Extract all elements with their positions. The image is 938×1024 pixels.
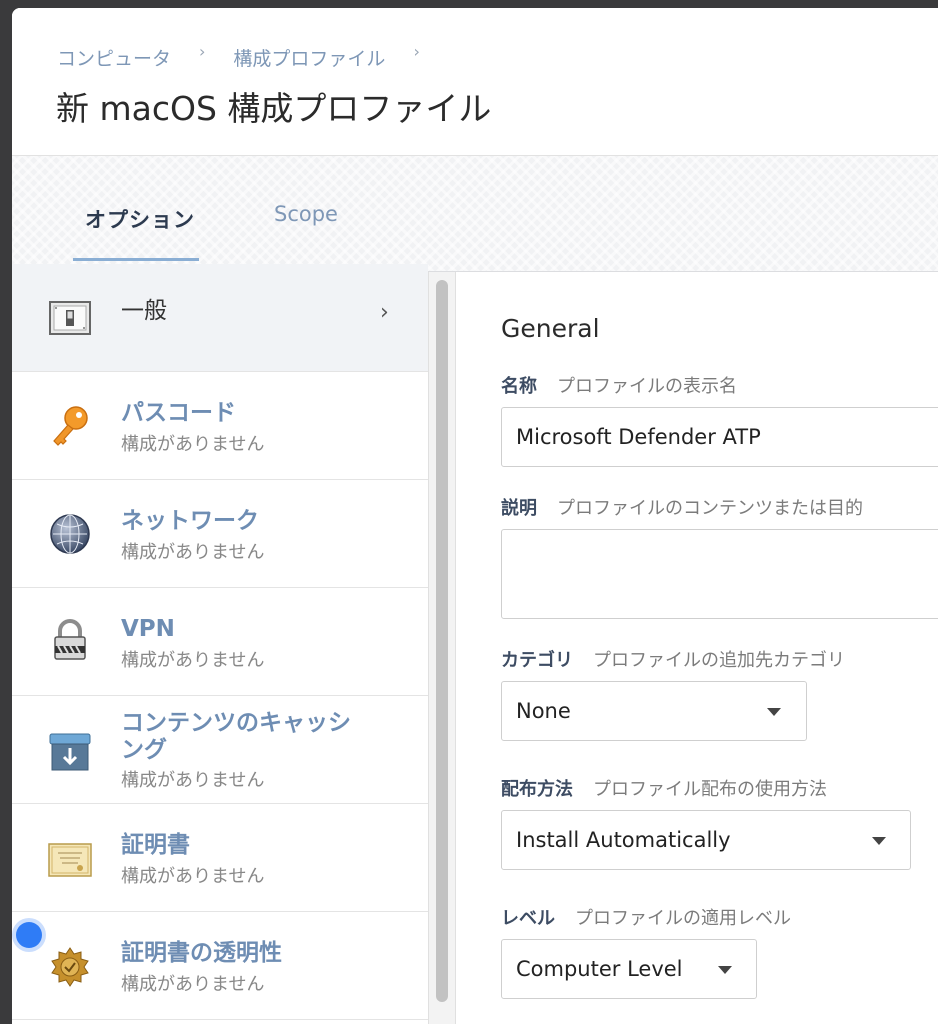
category-select[interactable]: None <box>501 681 807 741</box>
cursor-indicator <box>16 922 42 948</box>
sidebar-item-certificate[interactable]: 証明書 構成がありません <box>12 804 428 912</box>
page-header: コンピュータ › 構成プロファイル › 新 macOS 構成プロファイル <box>12 8 938 156</box>
section-title: General <box>501 314 600 343</box>
dropdown-arrow-icon <box>767 708 781 716</box>
sidebar-item-status: 構成がありません <box>121 650 265 671</box>
dropdown-arrow-icon <box>872 837 886 845</box>
sidebar-item-passcode[interactable]: パスコード 構成がありません <box>12 372 428 480</box>
sidebar-item-status: 構成がありません <box>121 434 265 455</box>
level-field-label: レベル プロファイルの適用レベル <box>501 904 791 930</box>
breadcrumb-config-profiles[interactable]: 構成プロファイル <box>233 44 385 71</box>
category-label: カテゴリ <box>501 650 573 671</box>
page-title: 新 macOS 構成プロファイル <box>56 89 492 128</box>
tab-scope[interactable]: Scope <box>274 202 338 226</box>
breadcrumb: コンピュータ › 構成プロファイル › <box>57 42 448 71</box>
name-field-label: 名称 プロファイルの表示名 <box>501 372 737 398</box>
seal-icon <box>51 947 89 987</box>
switch-icon <box>49 301 91 335</box>
name-description: プロファイルの表示名 <box>557 376 737 397</box>
level-description: プロファイルの適用レベル <box>575 908 791 929</box>
category-value: None <box>516 699 571 723</box>
distribution-description: プロファイル配布の使用方法 <box>593 779 827 800</box>
level-value: Computer Level <box>516 957 683 981</box>
globe-icon <box>50 514 90 554</box>
category-field-label: カテゴリ プロファイルの追加先カテゴリ <box>501 646 845 672</box>
sidebar-item-label: コンテンツのキャッシ <box>121 710 351 736</box>
level-select[interactable]: Computer Level <box>501 939 757 999</box>
key-icon <box>53 406 88 446</box>
sidebar-item-label: VPN <box>121 616 175 642</box>
distribution-field-label: 配布方法 プロファイル配布の使用方法 <box>501 775 827 801</box>
description-textarea[interactable] <box>501 529 938 619</box>
sidebar-item-status: 構成がありません <box>121 542 265 563</box>
tab-bar: オプション Scope <box>12 156 938 272</box>
sidebar-item-status: 構成がありません <box>121 974 265 995</box>
tab-options[interactable]: オプション <box>85 204 195 234</box>
sidebar-item-label: ネットワーク <box>121 508 259 534</box>
name-label: 名称 <box>501 376 537 397</box>
distribution-select[interactable]: Install Automatically <box>501 810 911 870</box>
name-input[interactable]: Microsoft Defender ATP <box>501 407 938 467</box>
description-field-label: 説明 プロファイルのコンテンツまたは目的 <box>501 494 863 520</box>
dropdown-arrow-icon <box>718 966 732 974</box>
certificate-icon <box>48 843 92 877</box>
chevron-right-icon: › <box>380 300 389 325</box>
payload-sidebar: 一般 › パスコード 構成がありません ネットワーク 構成がありません VPN <box>12 264 428 1024</box>
description-label: 説明 <box>501 498 537 519</box>
active-tab-indicator <box>73 258 199 261</box>
category-description: プロファイルの追加先カテゴリ <box>593 650 845 671</box>
cache-box-icon <box>49 733 91 771</box>
sidebar-item-network[interactable]: ネットワーク 構成がありません <box>12 480 428 588</box>
sidebar-item-label: 一般 <box>121 298 167 324</box>
sidebar-scrollbar-thumb[interactable] <box>436 280 448 1002</box>
sidebar-item-content-caching[interactable]: コンテンツのキャッシ ング 構成がありません <box>12 696 428 804</box>
level-label: レベル <box>501 908 555 929</box>
breadcrumb-chevron-icon: › <box>413 42 420 61</box>
distribution-label: 配布方法 <box>501 779 573 800</box>
sidebar-item-general[interactable]: 一般 › <box>12 264 428 372</box>
breadcrumb-computers[interactable]: コンピュータ <box>57 44 171 71</box>
description-description: プロファイルのコンテンツまたは目的 <box>557 498 863 519</box>
sidebar-item-certificate-transparency[interactable]: 証明書の透明性 構成がありません <box>12 912 428 1020</box>
sidebar-item-status: 構成がありません <box>121 866 265 887</box>
sidebar-item-label: パスコード <box>121 400 236 426</box>
general-settings-panel: General 名称 プロファイルの表示名 Microsoft Defender … <box>456 272 938 1024</box>
sidebar-item-vpn[interactable]: VPN 構成がありません <box>12 588 428 696</box>
sidebar-item-label-line2: ング <box>121 737 167 763</box>
sidebar-item-label: 証明書 <box>121 832 190 858</box>
distribution-value: Install Automatically <box>516 828 731 852</box>
sidebar-item-label: 証明書の透明性 <box>121 940 282 966</box>
lock-icon <box>54 619 86 660</box>
sidebar-item-status: 構成がありません <box>121 770 265 791</box>
breadcrumb-chevron-icon: › <box>199 42 206 61</box>
